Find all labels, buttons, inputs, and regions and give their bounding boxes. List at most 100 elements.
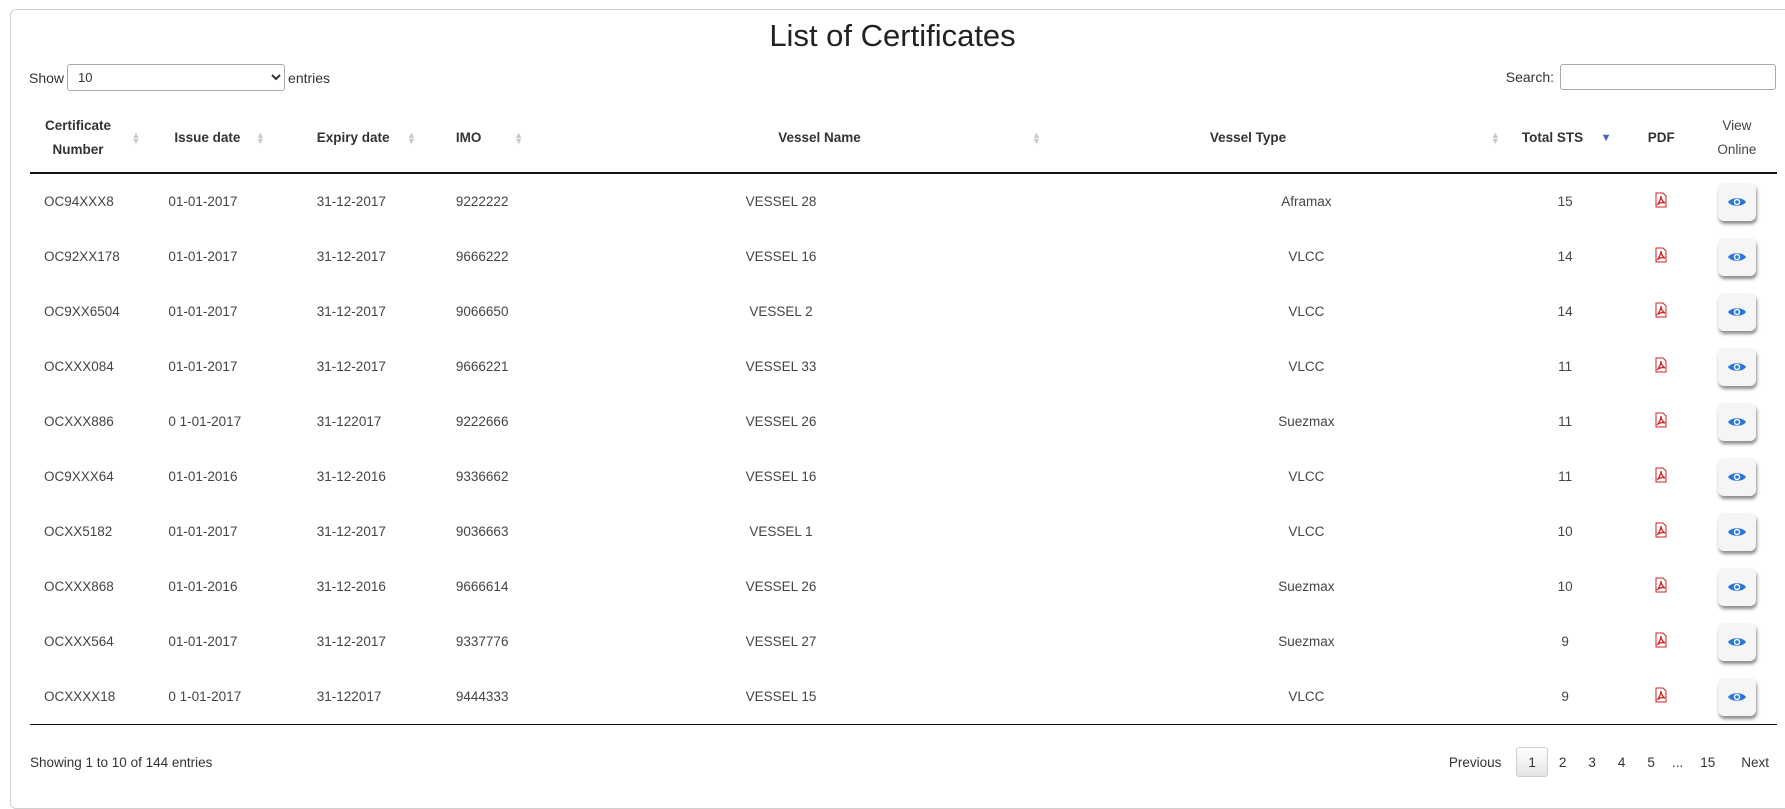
cell-vessel-type: VLCC <box>1288 359 1325 374</box>
col-header-imo[interactable]: IMO ▲ ▼ <box>445 104 529 174</box>
sort-icon: ▲ ▼ <box>255 130 265 146</box>
pagination-page[interactable]: 2 <box>1548 748 1578 776</box>
cell-expiry-date: 31-12-2017 <box>316 249 386 264</box>
cell-total-sts: 11 <box>1558 414 1573 429</box>
cell-imo: 9222666 <box>455 414 509 429</box>
pdf-icon[interactable] <box>1653 632 1669 651</box>
cell-vessel-name: VESSEL 26 <box>745 579 817 594</box>
search-input[interactable] <box>1560 64 1776 90</box>
cell-pdf <box>1626 559 1697 614</box>
cell-total-sts: 9 <box>1561 634 1569 649</box>
col-header-certificate-number[interactable]: Certificate Number ▲ ▼ <box>30 104 159 174</box>
cell-vessel-type: Aframax <box>1281 194 1332 209</box>
col-label: Online <box>1717 142 1757 157</box>
entries-select[interactable]: 10 <box>67 64 286 91</box>
view-online-button[interactable] <box>1717 567 1756 606</box>
cell-view-online <box>1697 614 1777 669</box>
cell-total-sts: 9 <box>1504 669 1626 725</box>
page-title: List of Certificates <box>769 18 1016 53</box>
cell-certificate-number: OC9XX6504 <box>44 304 120 319</box>
table-row: OC9XX6504 01-01-2017 31-12-2017 9066650 VESS… <box>30 284 1777 339</box>
pdf-icon[interactable] <box>1653 577 1669 596</box>
view-online-button[interactable] <box>1717 622 1756 661</box>
cell-view-online <box>1697 229 1777 284</box>
cell-expiry-date: 31-12-2016 <box>316 469 386 484</box>
view-online-button[interactable] <box>1717 292 1756 331</box>
sort-icon: ▲ ▼ <box>514 130 524 146</box>
view-online-button[interactable] <box>1717 347 1756 386</box>
cell-total-sts: 10 <box>1557 579 1573 594</box>
cell-pdf <box>1626 229 1697 284</box>
cell-certificate-number: OCXXX886 <box>44 414 114 429</box>
col-header-total-sts[interactable]: Total STS ▼ <box>1504 104 1626 174</box>
cell-imo: 9066650 <box>455 304 509 319</box>
cell-total-sts: 11 <box>1558 469 1573 484</box>
pdf-icon[interactable] <box>1653 522 1669 541</box>
cell-vessel-type: VLCC <box>1288 469 1325 484</box>
pagination-page-last[interactable]: 15 <box>1689 748 1726 776</box>
cell-issue-date: 01-01-2017 <box>168 524 238 539</box>
cell-issue-date: 0 1-01-2017 <box>168 414 242 429</box>
pdf-icon[interactable] <box>1653 467 1669 486</box>
eye-icon <box>1727 470 1747 484</box>
pdf-icon[interactable] <box>1653 302 1669 321</box>
table-row: OCXX5182 01-01-2017 31-12-2017 9036663 VESSE… <box>30 504 1777 559</box>
view-online-button[interactable] <box>1717 677 1756 716</box>
cell-vessel-type: VLCC <box>1288 524 1325 539</box>
cell-certificate-number: OC92XX178 <box>44 249 120 264</box>
cell-view-online <box>1697 394 1777 449</box>
cell-pdf <box>1626 284 1697 339</box>
cell-imo: 9222222 <box>455 194 509 209</box>
view-online-button[interactable] <box>1717 457 1756 496</box>
pagination-page[interactable]: 4 <box>1607 748 1637 776</box>
cell-total-sts: 14 <box>1557 304 1573 319</box>
view-online-button[interactable] <box>1717 237 1756 276</box>
pdf-icon[interactable] <box>1653 192 1669 211</box>
table-row: OC92XX178 01-01-2017 31-12-2017 9666222 VESS… <box>30 229 1777 284</box>
cell-pdf <box>1626 449 1697 504</box>
pagination-page[interactable]: 3 <box>1577 748 1607 776</box>
cell-view-online <box>1697 339 1777 394</box>
cell-issue-date: 01-01-2017 <box>168 304 238 319</box>
cell-issue-date: 01-01-2017 <box>168 194 238 209</box>
table-row: OCXXX084 01-01-2017 31-12-2017 9666221 VESSE… <box>30 339 1777 394</box>
pdf-icon[interactable] <box>1653 687 1669 706</box>
cell-imo: 9336662 <box>455 469 509 484</box>
eye-icon <box>1727 690 1747 704</box>
col-header-vessel-type[interactable]: Vessel Type ▲ ▼ <box>1065 104 1505 174</box>
view-online-button[interactable] <box>1717 182 1756 221</box>
cell-imo: 9337776 <box>455 634 509 649</box>
cell-total-sts: 11 <box>1558 359 1573 374</box>
cell-expiry-date: 31-12-2017 <box>316 304 386 319</box>
col-label: Certificate <box>44 118 112 133</box>
pagination-previous[interactable]: Previous <box>1438 748 1513 776</box>
cell-expiry-date: 31-12-2017 <box>316 194 386 209</box>
cell-pdf <box>1626 394 1697 449</box>
col-header-vessel-name[interactable]: Vessel Name ▲ ▼ <box>528 104 1066 174</box>
col-header-expiry-date[interactable]: Expiry date ▲ ▼ <box>286 104 446 174</box>
view-online-button[interactable] <box>1717 512 1756 551</box>
pagination-page[interactable]: 5 <box>1636 748 1666 776</box>
pdf-icon[interactable] <box>1653 247 1669 266</box>
view-online-button[interactable] <box>1717 402 1756 441</box>
col-label: Issue date <box>174 130 241 145</box>
cell-vessel-name: VESSEL 28 <box>745 194 817 209</box>
table-header-row: Certificate Number ▲ ▼ Issue date ▲ ▼ Expi… <box>30 104 1777 174</box>
cell-view-online <box>1697 173 1777 229</box>
cell-view-online <box>1697 284 1777 339</box>
pagination-page-current[interactable]: 1 <box>1516 747 1548 777</box>
cell-vessel-type: VLCC <box>1288 304 1325 319</box>
pdf-icon[interactable] <box>1653 357 1669 376</box>
cell-pdf <box>1626 614 1697 669</box>
sort-icon: ▲ ▼ <box>1031 130 1041 146</box>
col-header-issue-date[interactable]: Issue date ▲ ▼ <box>158 104 287 174</box>
eye-icon <box>1727 580 1747 594</box>
cell-vessel-type: Suezmax <box>1278 414 1335 429</box>
cell-certificate-number: OC9XXX64 <box>44 469 114 484</box>
eye-icon <box>1727 195 1747 209</box>
pagination-next[interactable]: Next <box>1730 748 1780 776</box>
pdf-icon[interactable] <box>1653 412 1669 431</box>
cell-view-online <box>1696 669 1777 725</box>
col-label: PDF <box>1647 130 1675 145</box>
col-label: IMO <box>455 130 482 145</box>
